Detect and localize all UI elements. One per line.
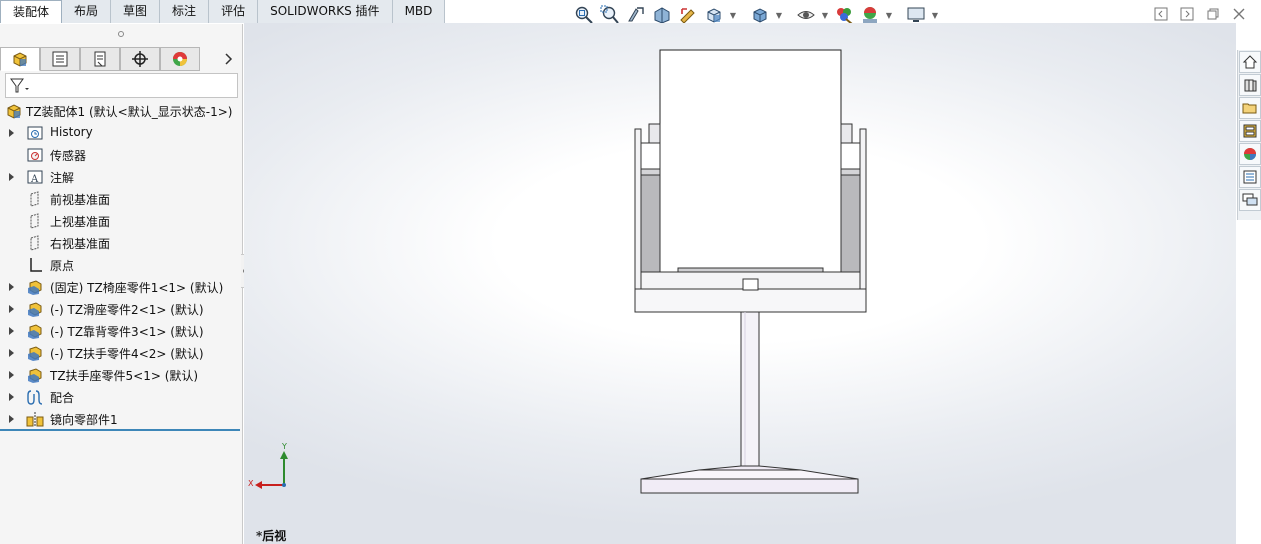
- filter-icon[interactable]: [9, 77, 31, 95]
- appearances-icon[interactable]: [1239, 143, 1261, 165]
- origin-icon: [26, 256, 44, 274]
- tree-item-label: (-) TZ靠背零件3<1> (默认): [50, 325, 204, 339]
- tree-end-marker[interactable]: [0, 429, 240, 431]
- tree-item-label: 传感器: [50, 149, 87, 163]
- expand-arrow-icon[interactable]: [9, 129, 14, 137]
- part-icon: [26, 322, 44, 340]
- part-icon: [26, 344, 44, 362]
- tree-item-mirror-component[interactable]: 镜向零部件1: [0, 408, 242, 430]
- view-palette-icon[interactable]: [1239, 120, 1261, 142]
- expand-arrow-icon[interactable]: [9, 173, 14, 181]
- tree-item-label: 配合: [50, 391, 75, 405]
- tree-item-mates[interactable]: 配合: [0, 386, 242, 408]
- tab-solidworks-addins[interactable]: SOLIDWORKS 插件: [258, 0, 393, 23]
- tab-assembly[interactable]: 装配体: [0, 0, 63, 23]
- graphics-area[interactable]: Y X *后视: [244, 23, 1236, 544]
- tree-item-label: 原点: [50, 259, 75, 273]
- tree-item-label: 上视基准面: [50, 215, 111, 229]
- tree-item-component-4[interactable]: (-) TZ扶手零件4<2> (默认): [0, 342, 242, 364]
- annotation-icon: A: [26, 168, 44, 186]
- expand-arrow-icon[interactable]: [9, 283, 14, 291]
- feature-tree: TZ装配体1 (默认<默认_显示状态-1>) History 传感器 A 注解 …: [0, 100, 242, 430]
- expand-arrow-icon[interactable]: [9, 415, 14, 423]
- expand-arrow-icon[interactable]: [9, 305, 14, 313]
- design-library-icon[interactable]: [1239, 74, 1261, 96]
- tree-item-annotations[interactable]: A 注解: [0, 166, 242, 188]
- tree-item-label: (固定) TZ椅座零件1<1> (默认): [50, 281, 224, 295]
- sensor-icon: [26, 146, 44, 164]
- solidworks-resources-icon[interactable]: [1239, 51, 1261, 73]
- history-icon: [26, 124, 44, 142]
- restore-left-icon[interactable]: [1153, 6, 1169, 22]
- configurationmanager-icon[interactable]: [80, 47, 120, 71]
- svg-text:A: A: [30, 174, 39, 185]
- view-name-label: *后视: [256, 529, 287, 543]
- dimxpertmanager-icon[interactable]: [120, 47, 160, 71]
- assembly-root-label: TZ装配体1 (默认<默认_显示状态-1>): [26, 105, 233, 119]
- manager-tabs-more-icon[interactable]: [222, 51, 236, 67]
- triad-y-label: Y: [282, 442, 287, 451]
- chair-assembly-back-view[interactable]: [244, 23, 1236, 544]
- tree-item-origin[interactable]: 原点: [0, 254, 242, 276]
- custom-properties-icon[interactable]: [1239, 166, 1261, 188]
- tree-item-label: 镜向零部件1: [50, 413, 118, 427]
- tree-item-front-plane[interactable]: 前视基准面: [0, 188, 242, 210]
- tree-item-label: 右视基准面: [50, 237, 111, 251]
- tree-filter[interactable]: [5, 73, 238, 98]
- document-window-controls: [1153, 6, 1247, 22]
- close-window-icon[interactable]: [1231, 6, 1247, 22]
- solidworks-window: 装配体 布局 草图 标注 评估 SOLIDWORKS 插件 MBD ▼ ▼ ▼ …: [0, 0, 1261, 544]
- tree-item-label: 前视基准面: [50, 193, 111, 207]
- task-pane-tabs: [1237, 50, 1261, 220]
- assembly-root[interactable]: TZ装配体1 (默认<默认_显示状态-1>): [0, 100, 242, 122]
- part-icon: [26, 300, 44, 318]
- assembly-icon: [5, 102, 23, 120]
- part-icon: [26, 366, 44, 384]
- tree-item-history[interactable]: History: [0, 122, 242, 144]
- file-explorer-icon[interactable]: [1239, 97, 1261, 119]
- plane-icon: [26, 212, 44, 230]
- tree-item-top-plane[interactable]: 上视基准面: [0, 210, 242, 232]
- tree-item-label: TZ扶手座零件5<1> (默认): [50, 369, 199, 383]
- command-manager-tabs: 装配体 布局 草图 标注 评估 SOLIDWORKS 插件 MBD: [0, 0, 446, 23]
- tree-item-label: History: [50, 125, 93, 139]
- expand-arrow-icon[interactable]: [9, 349, 14, 357]
- propertymanager-icon[interactable]: [40, 47, 80, 71]
- tree-item-label: 注解: [50, 171, 75, 185]
- tree-item-component-1[interactable]: (固定) TZ椅座零件1<1> (默认): [0, 276, 242, 298]
- tree-item-sensors[interactable]: 传感器: [0, 144, 242, 166]
- tab-markup[interactable]: 标注: [160, 0, 210, 23]
- tab-sketch[interactable]: 草图: [111, 0, 161, 23]
- tab-mbd[interactable]: MBD: [392, 0, 446, 23]
- feature-manager-panel: TZ装配体1 (默认<默认_显示状态-1>) History 传感器 A 注解 …: [0, 24, 243, 544]
- tree-item-label: (-) TZ扶手零件4<2> (默认): [50, 347, 204, 361]
- forum-icon[interactable]: [1239, 189, 1261, 211]
- tab-layout[interactable]: 布局: [62, 0, 112, 23]
- manager-tabs: [0, 47, 200, 71]
- tab-evaluate[interactable]: 评估: [209, 0, 259, 23]
- mirror-component-icon: [26, 410, 44, 428]
- tree-item-label: (-) TZ滑座零件2<1> (默认): [50, 303, 204, 317]
- plane-icon: [26, 190, 44, 208]
- triad-x-label: X: [248, 479, 254, 488]
- featuremanager-icon[interactable]: [0, 47, 40, 71]
- expand-arrow-icon[interactable]: [9, 393, 14, 401]
- reference-triad[interactable]: Y X: [248, 442, 300, 493]
- part-icon: [26, 278, 44, 296]
- tree-item-component-3[interactable]: (-) TZ靠背零件3<1> (默认): [0, 320, 242, 342]
- restore-right-icon[interactable]: [1179, 6, 1195, 22]
- tree-item-component-2[interactable]: (-) TZ滑座零件2<1> (默认): [0, 298, 242, 320]
- plane-icon: [26, 234, 44, 252]
- mates-icon: [26, 388, 44, 406]
- expand-arrow-icon[interactable]: [9, 327, 14, 335]
- expand-arrow-icon[interactable]: [9, 371, 14, 379]
- tree-item-component-5[interactable]: TZ扶手座零件5<1> (默认): [0, 364, 242, 386]
- displaymanager-icon[interactable]: [160, 47, 200, 71]
- tree-item-right-plane[interactable]: 右视基准面: [0, 232, 242, 254]
- panel-grip[interactable]: [0, 24, 242, 44]
- restore-window-icon[interactable]: [1205, 6, 1221, 22]
